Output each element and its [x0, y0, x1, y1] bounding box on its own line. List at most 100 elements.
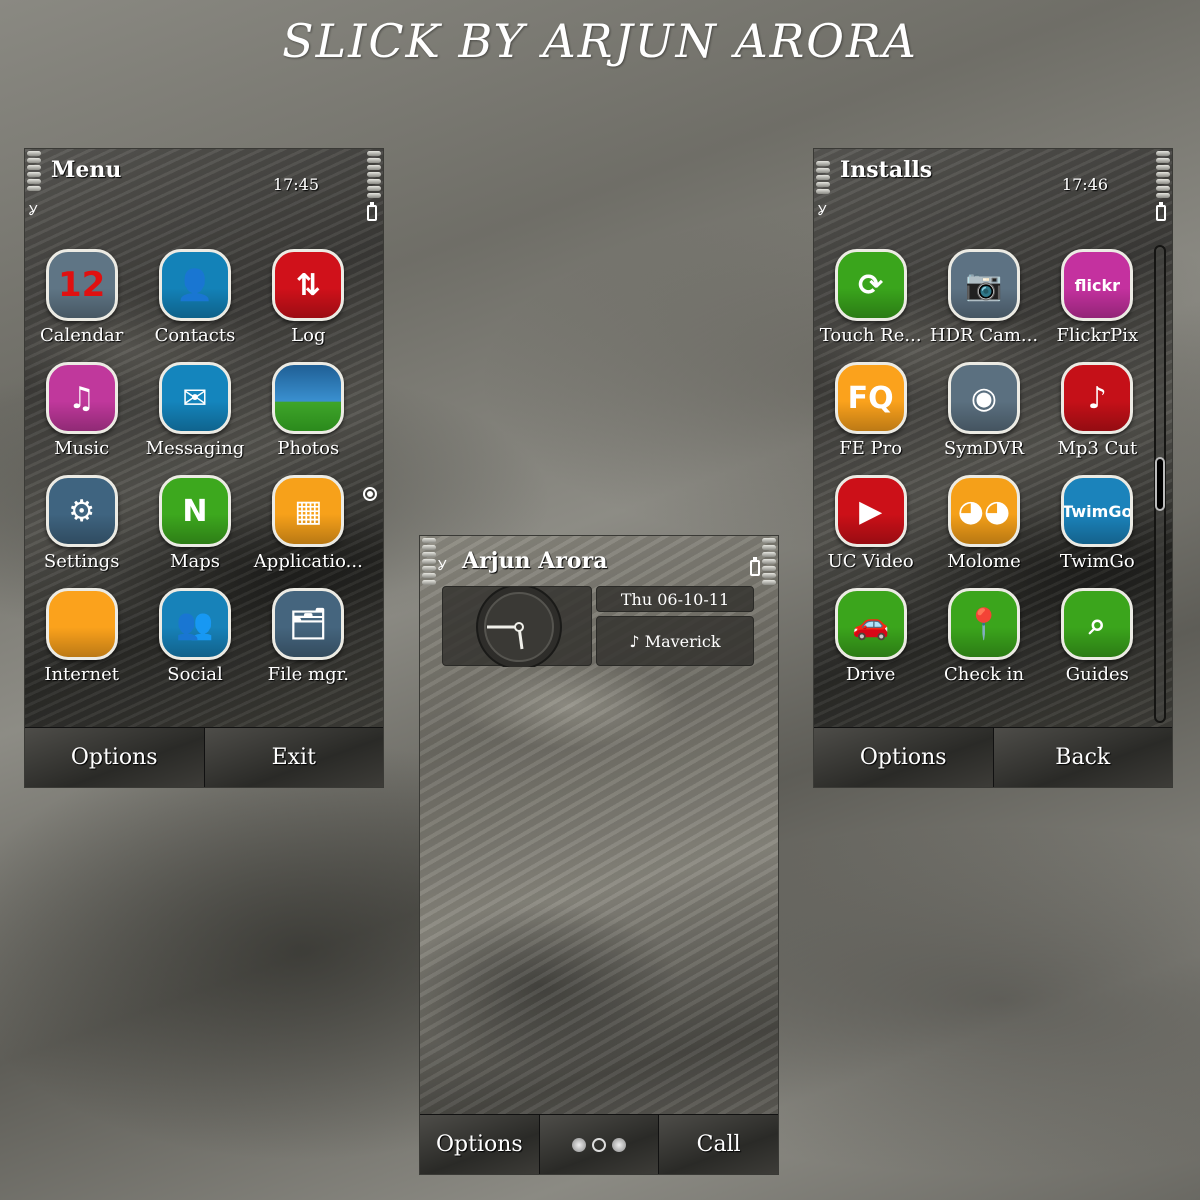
app-label: Log: [291, 325, 326, 346]
screen-title: Installs: [840, 157, 933, 183]
softkey-bar: Options Exit: [25, 727, 383, 787]
battery-icon: [750, 557, 760, 576]
twimgo-icon: TwimGo: [1061, 475, 1134, 547]
app-label: Check in: [943, 664, 1025, 685]
app-drive[interactable]: 🚗 Drive: [814, 588, 927, 685]
app-label: Internet: [44, 664, 119, 685]
app-log[interactable]: ⇅ Log: [252, 249, 365, 346]
signal-icon: Ỿ: [438, 558, 447, 574]
headphones-play-icon: ▶: [834, 475, 907, 547]
people-group-icon: 👥: [158, 588, 231, 660]
battery-icon: [1156, 202, 1166, 221]
analog-clock-icon: [476, 584, 562, 670]
calendar-icon: 12: [45, 249, 118, 321]
clock-widget[interactable]: [442, 584, 592, 670]
grip-left: [422, 538, 436, 585]
options-button[interactable]: Options: [814, 728, 994, 787]
file-cabinet-icon: 🗂: [272, 588, 345, 660]
exit-button[interactable]: Exit: [204, 728, 383, 787]
app-photos[interactable]: Photos: [252, 362, 365, 459]
app-guides[interactable]: ⌕ Guides: [1041, 588, 1154, 685]
app-calendar[interactable]: 12 Calendar: [25, 249, 138, 346]
app-label: FlickrPix: [1056, 325, 1139, 346]
app-label: FE Pro: [839, 438, 903, 459]
call-button[interactable]: Call: [659, 1115, 778, 1174]
app-label: Molome: [947, 551, 1021, 572]
location-pin-icon: 📍: [947, 588, 1020, 660]
contact-person-icon: 👤: [158, 249, 231, 321]
menu-screen: Menu 17:45 Ỿ 12 Calendar 👤 Contacts ⇅ Log ♫ Mus…: [24, 148, 384, 788]
app-grid: ⟳ Touch Re... 📷 HDR Cam... flickr FlickrPix FQ…: [814, 249, 1154, 685]
softkey-bar: Options Call: [420, 1114, 778, 1174]
app-label: TwimGo: [1059, 551, 1135, 572]
app-label: Applicatio...: [253, 551, 363, 572]
envelope-icon: ✉: [158, 362, 231, 434]
date-text: Thu 06-10-11: [620, 589, 730, 609]
grip-right: [762, 538, 776, 585]
scrollbar[interactable]: [1154, 245, 1166, 723]
refresh-arrows-icon: ⟳: [834, 249, 907, 321]
app-check-in[interactable]: 📍 Check in: [927, 588, 1040, 685]
app-applicatio[interactable]: ▦ Applicatio...: [252, 475, 365, 572]
grip-left: [27, 151, 41, 191]
owner-name: Arjun Arora: [462, 548, 608, 574]
app-messaging[interactable]: ✉ Messaging: [138, 362, 251, 459]
camera-icon: 📷: [947, 249, 1020, 321]
city-guide-icon: ⌕: [1061, 588, 1134, 660]
app-label: Contacts: [154, 325, 236, 346]
status-time: 17:46: [1061, 175, 1108, 194]
log-arrows-icon: ⇅: [272, 249, 345, 321]
app-social[interactable]: 👥 Social: [138, 588, 251, 685]
app-label: Settings: [43, 551, 120, 572]
app-uc-video[interactable]: ▶ UC Video: [814, 475, 927, 572]
options-button[interactable]: Options: [420, 1115, 540, 1174]
page-title: SLICK BY ARJUN ARORA: [282, 14, 918, 68]
app-contacts[interactable]: 👤 Contacts: [138, 249, 251, 346]
car-icon: 🚗: [834, 588, 907, 660]
app-settings[interactable]: ⚙ Settings: [25, 475, 138, 572]
app-hdr-cam[interactable]: 📷 HDR Cam...: [927, 249, 1040, 346]
date-widget[interactable]: Thu 06-10-11: [596, 586, 754, 612]
app-music[interactable]: ♫ Music: [25, 362, 138, 459]
app-label: Mp3 Cut: [1057, 438, 1138, 459]
app-label: Guides: [1065, 664, 1129, 685]
music-scissors-icon: ♪: [1061, 362, 1134, 434]
app-label: UC Video: [827, 551, 914, 572]
installs-screen: Installs 17:46 Ỿ ⟳ Touch Re... 📷 HDR Cam...…: [813, 148, 1173, 788]
app-maps[interactable]: N Maps: [138, 475, 251, 572]
app-mp3-cut[interactable]: ♪ Mp3 Cut: [1041, 362, 1154, 459]
page-dot-active: [592, 1137, 606, 1152]
app-label: Messaging: [145, 438, 245, 459]
app-twimgo[interactable]: TwimGo TwimGo: [1041, 475, 1154, 572]
status-time: 17:45: [272, 175, 319, 194]
app-label: SymDVR: [943, 438, 1025, 459]
compass-icon: N: [158, 475, 231, 547]
options-button[interactable]: Options: [25, 728, 205, 787]
fe-folder-icon: FQ: [834, 362, 907, 434]
app-internet[interactable]: Internet: [25, 588, 138, 685]
app-molome[interactable]: ◕◕ Molome: [927, 475, 1040, 572]
app-label: Music: [54, 438, 110, 459]
app-touch-re[interactable]: ⟳ Touch Re...: [814, 249, 927, 346]
back-button[interactable]: Back: [993, 728, 1172, 787]
gear-icon: ⚙: [45, 475, 118, 547]
signal-icon: Ỿ: [818, 203, 827, 219]
app-symdvr[interactable]: ◉ SymDVR: [927, 362, 1040, 459]
app-flickrpix[interactable]: flickr FlickrPix: [1041, 249, 1154, 346]
grip-right: [1156, 151, 1170, 198]
page-indicator[interactable]: [539, 1115, 660, 1174]
app-grid: 12 Calendar 👤 Contacts ⇅ Log ♫ Music ✉ Messaging P…: [25, 249, 365, 685]
app-fe-pro[interactable]: FQ FE Pro: [814, 362, 927, 459]
scrollbar-thumb[interactable]: [1155, 457, 1165, 511]
softkey-bar: Options Back: [814, 727, 1172, 787]
grip-right: [367, 151, 381, 198]
record-lens-icon: ◉: [947, 362, 1020, 434]
app-label: Calendar: [39, 325, 124, 346]
app-file-mgr[interactable]: 🗂 File mgr.: [252, 588, 365, 685]
battery-icon: [367, 202, 377, 221]
app-label: Touch Re...: [819, 325, 922, 346]
app-label: File mgr.: [267, 664, 349, 685]
music-track-text: ♪ Maverick: [629, 631, 721, 651]
page-dot: [572, 1137, 586, 1152]
music-player-widget[interactable]: ♪ Maverick: [596, 616, 754, 666]
